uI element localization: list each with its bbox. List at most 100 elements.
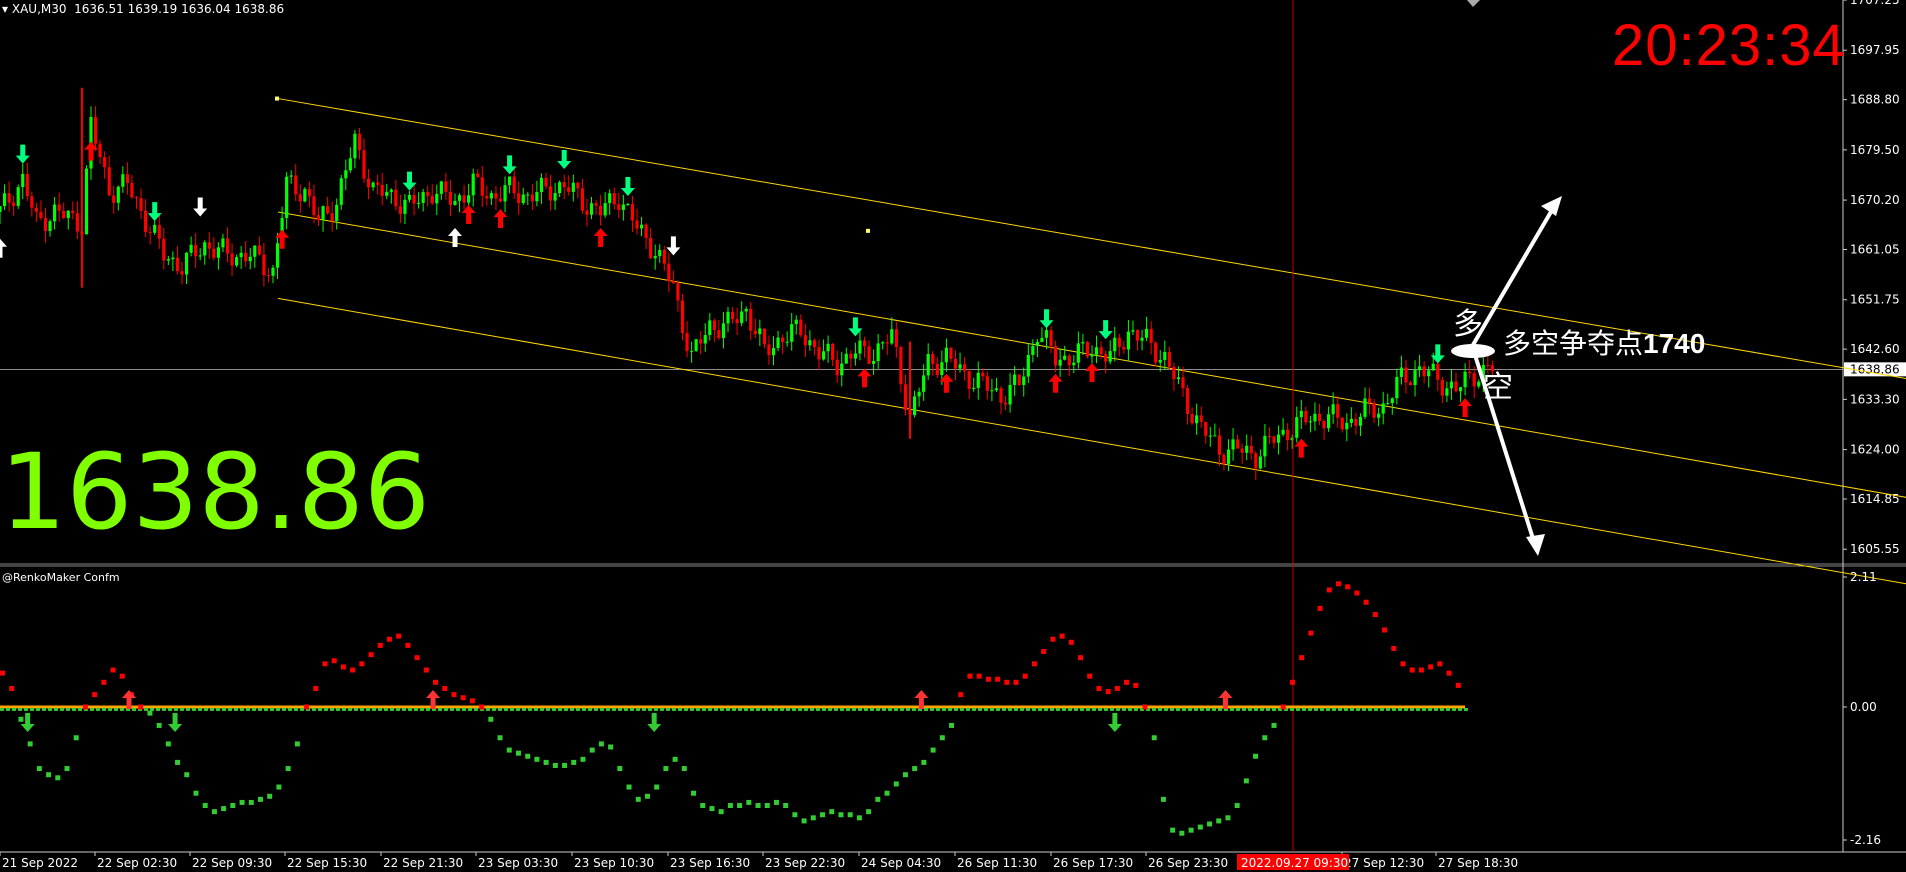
indicator-signal-dot [0, 707, 4, 711]
candle-body [1049, 330, 1053, 346]
candle-body [471, 173, 475, 196]
candle-body [112, 195, 116, 203]
candle-body [426, 192, 430, 196]
candle-body [781, 337, 785, 343]
candle-body [1026, 355, 1030, 377]
candle-body [885, 342, 889, 344]
candle-body [958, 364, 962, 369]
indicator-point [396, 633, 402, 639]
candle-body [1418, 366, 1422, 371]
indicator-signal-dot [540, 707, 544, 711]
time-tick-label: 22 Sep 15:30 [287, 856, 367, 870]
candle-body [467, 195, 471, 203]
candle-body [835, 359, 839, 376]
chevron-down-icon[interactable]: ▾ [2, 2, 8, 16]
candle-body [417, 202, 421, 204]
indicator-signal-dot [492, 707, 496, 711]
candle-body [21, 173, 25, 188]
indicator-point [1087, 673, 1093, 679]
indicator-signal-dot [708, 707, 712, 711]
indicator-point [672, 756, 678, 762]
candle-body [1454, 381, 1458, 392]
indicator-signal-dot [582, 707, 586, 711]
indicator-point [930, 747, 936, 753]
candle-body [48, 221, 52, 232]
candle-body [198, 255, 202, 257]
candle-body [521, 194, 525, 204]
indicator-signal-dot [954, 707, 958, 711]
indicator-signal-dot [1338, 707, 1342, 711]
price-tick-label: 1679.50 [1850, 143, 1900, 157]
indicator-point [1068, 639, 1074, 645]
indicator-signal-dot [1206, 707, 1210, 711]
candle-body [1217, 435, 1221, 455]
indicator-signal-dot [384, 707, 388, 711]
indicator-signal-dot [624, 707, 628, 711]
candle-body [1199, 415, 1203, 422]
candle-body [571, 182, 575, 192]
indicator-point [36, 766, 42, 772]
indicator-signal-dot [690, 707, 694, 711]
buy-signal-arrow [593, 227, 608, 247]
indicator-point [1446, 670, 1452, 676]
candle-body [1072, 362, 1076, 366]
candle-body [981, 372, 985, 377]
candle-body [508, 176, 512, 186]
indicator-signal-dot [18, 707, 22, 711]
candle-body [1377, 413, 1381, 418]
indicator-signal-dot [186, 707, 190, 711]
price-tick-label: 1707.25 [1850, 0, 1900, 7]
candle-body [421, 192, 425, 203]
candle-body [1172, 366, 1176, 380]
indicator-point [1004, 679, 1010, 685]
indicator-point [764, 803, 770, 809]
candle-body [435, 193, 439, 204]
candle-body [116, 186, 120, 203]
indicator-signal-dot [1158, 707, 1162, 711]
indicator-signal-dot [1362, 707, 1366, 711]
candle-body [1035, 342, 1039, 346]
indicator-signal-dot [876, 707, 880, 711]
indicator-point [119, 673, 125, 679]
candle-body [953, 358, 958, 369]
indicator-point [340, 664, 346, 670]
candle-body [972, 387, 976, 389]
indicator-signal-dot [1152, 707, 1156, 711]
candle-body [1154, 342, 1158, 363]
candle-body [1040, 337, 1044, 343]
candle-body [1108, 351, 1112, 362]
candle-body [1081, 342, 1085, 344]
indicator-signal-dot [1044, 707, 1048, 711]
candle-body [1386, 403, 1390, 405]
candle-body [530, 194, 534, 202]
indicator-point [1188, 827, 1194, 833]
indicator-signal-dot [60, 707, 64, 711]
indicator-point [644, 793, 650, 799]
candle-body [1226, 449, 1231, 464]
time-tick-label: 22 Sep 21:30 [383, 856, 463, 870]
candle-body [1176, 377, 1181, 380]
indicator-point [967, 673, 973, 679]
indicator-point [1391, 645, 1397, 651]
indicator-point [386, 636, 392, 642]
indicator-signal-dot [420, 707, 424, 711]
candle-body [872, 361, 876, 364]
candle-body [1054, 345, 1058, 366]
indicator-point [55, 775, 61, 781]
indicator-point [543, 759, 549, 765]
indicator-signal-dot [1176, 707, 1180, 711]
indicator-point [1299, 655, 1305, 661]
indicator-signal-dot [1356, 707, 1360, 711]
indicator-point [46, 772, 52, 778]
candle-body [617, 204, 621, 210]
indicator-signal-dot [966, 707, 970, 711]
indicator-point [147, 710, 153, 716]
candle-body [967, 371, 971, 389]
indicator-point [285, 766, 291, 772]
indicator-point [773, 799, 779, 805]
indicator-point [1409, 667, 1415, 673]
candle-body [462, 195, 466, 203]
indicator-signal-dot [1404, 707, 1408, 711]
current-price-tag: 1638.86 [1850, 362, 1900, 376]
candle-body [316, 215, 321, 221]
